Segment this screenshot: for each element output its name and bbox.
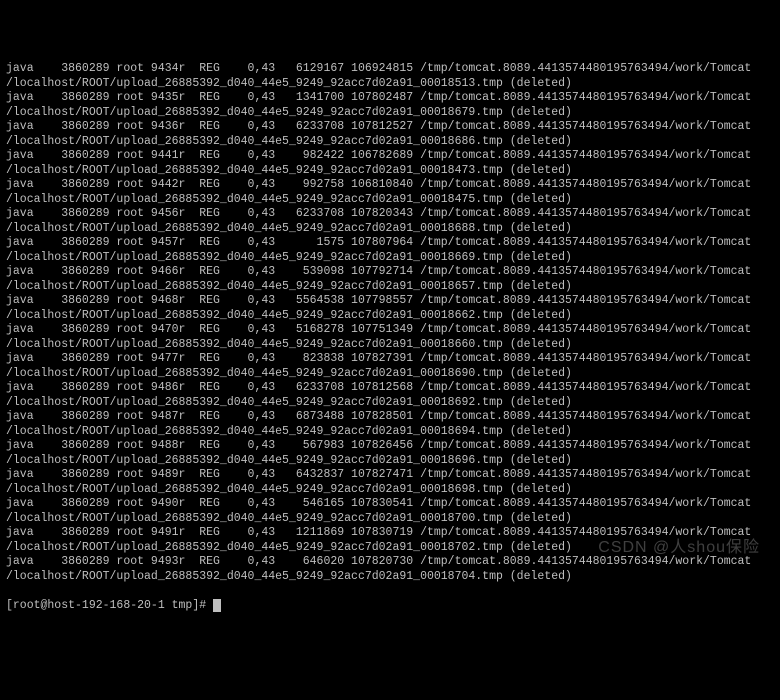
lsof-row-line2: /localhost/ROOT/upload_26885392_d040_44e… [6, 483, 774, 498]
lsof-row-line2: /localhost/ROOT/upload_26885392_d040_44e… [6, 193, 774, 208]
lsof-row-line1: java 3860289 root 9477r REG 0,43 823838 … [6, 352, 774, 367]
lsof-row-line2: /localhost/ROOT/upload_26885392_d040_44e… [6, 77, 774, 92]
lsof-row-line1: java 3860289 root 9488r REG 0,43 567983 … [6, 439, 774, 454]
lsof-row-line2: /localhost/ROOT/upload_26885392_d040_44e… [6, 135, 774, 150]
lsof-row-line1: java 3860289 root 9457r REG 0,43 1575 10… [6, 236, 774, 251]
lsof-row-line2: /localhost/ROOT/upload_26885392_d040_44e… [6, 309, 774, 324]
lsof-row-line1: java 3860289 root 9487r REG 0,43 6873488… [6, 410, 774, 425]
lsof-row-line2: /localhost/ROOT/upload_26885392_d040_44e… [6, 454, 774, 469]
prompt-text: [root@host-192-168-20-1 tmp]# [6, 599, 206, 612]
lsof-row-line2: /localhost/ROOT/upload_26885392_d040_44e… [6, 512, 774, 527]
lsof-row-line2: /localhost/ROOT/upload_26885392_d040_44e… [6, 164, 774, 179]
lsof-row-line2: /localhost/ROOT/upload_26885392_d040_44e… [6, 251, 774, 266]
terminal-output: java 3860289 root 9434r REG 0,43 6129167… [6, 62, 774, 584]
lsof-row-line1: java 3860289 root 9436r REG 0,43 6233708… [6, 120, 774, 135]
lsof-row-line1: java 3860289 root 9486r REG 0,43 6233708… [6, 381, 774, 396]
lsof-row-line1: java 3860289 root 9441r REG 0,43 982422 … [6, 149, 774, 164]
shell-prompt[interactable]: [root@host-192-168-20-1 tmp]# [6, 599, 221, 612]
lsof-row-line1: java 3860289 root 9489r REG 0,43 6432837… [6, 468, 774, 483]
lsof-row-line2: /localhost/ROOT/upload_26885392_d040_44e… [6, 425, 774, 440]
lsof-row-line1: java 3860289 root 9468r REG 0,43 5564538… [6, 294, 774, 309]
lsof-row-line1: java 3860289 root 9434r REG 0,43 6129167… [6, 62, 774, 77]
lsof-row-line2: /localhost/ROOT/upload_26885392_d040_44e… [6, 367, 774, 382]
lsof-row-line2: /localhost/ROOT/upload_26885392_d040_44e… [6, 222, 774, 237]
lsof-row-line1: java 3860289 root 9493r REG 0,43 646020 … [6, 555, 774, 570]
lsof-row-line1: java 3860289 root 9442r REG 0,43 992758 … [6, 178, 774, 193]
watermark-text: CSDN @人shou保险 [598, 541, 760, 556]
cursor-icon [213, 599, 221, 612]
lsof-row-line1: java 3860289 root 9456r REG 0,43 6233708… [6, 207, 774, 222]
lsof-row-line1: java 3860289 root 9466r REG 0,43 539098 … [6, 265, 774, 280]
lsof-row-line2: /localhost/ROOT/upload_26885392_d040_44e… [6, 570, 774, 585]
lsof-row-line2: /localhost/ROOT/upload_26885392_d040_44e… [6, 338, 774, 353]
lsof-row-line1: java 3860289 root 9470r REG 0,43 5168278… [6, 323, 774, 338]
lsof-row-line2: /localhost/ROOT/upload_26885392_d040_44e… [6, 280, 774, 295]
lsof-row-line1: java 3860289 root 9435r REG 0,43 1341700… [6, 91, 774, 106]
lsof-row-line2: /localhost/ROOT/upload_26885392_d040_44e… [6, 106, 774, 121]
lsof-row-line2: /localhost/ROOT/upload_26885392_d040_44e… [6, 396, 774, 411]
lsof-row-line1: java 3860289 root 9490r REG 0,43 546165 … [6, 497, 774, 512]
